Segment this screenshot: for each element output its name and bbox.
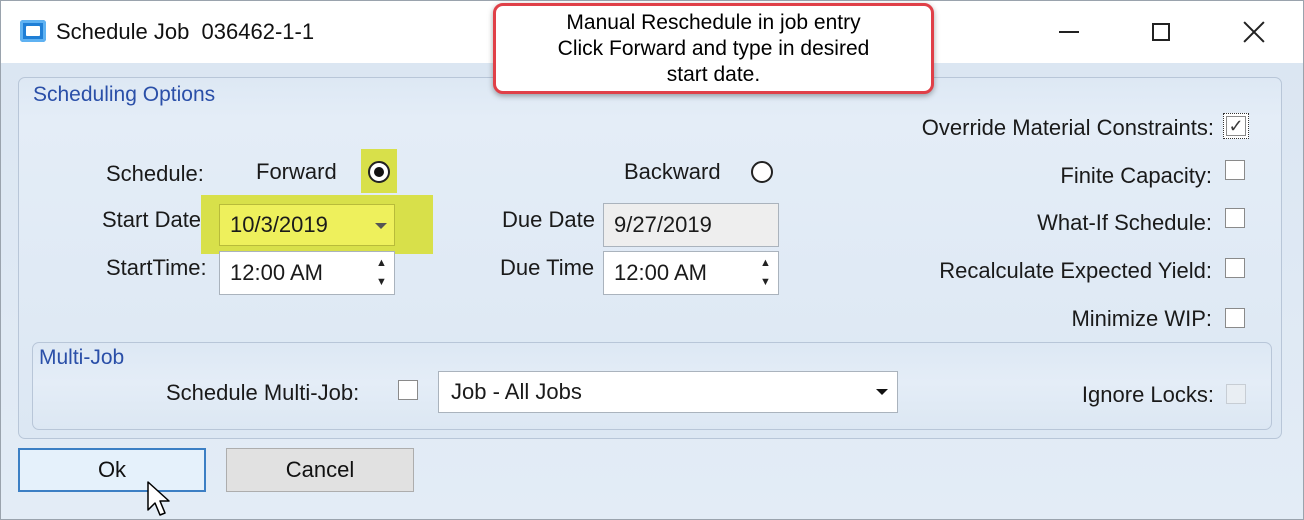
ignore-locks-label: Ignore Locks: [1081,382,1214,407]
minimize-icon [1059,31,1079,33]
what-if-schedule-checkbox[interactable] [1225,208,1245,228]
maximize-icon [1152,23,1170,41]
minimize-wip-label: Minimize WIP: [1071,306,1212,331]
start-date-value: 10/3/2019 [230,212,328,237]
start-time-value: 12:00 AM [230,260,323,285]
spin-down-icon[interactable]: ▼ [376,277,387,288]
ok-button[interactable]: Ok [18,448,206,492]
schedule-multi-job-label: Schedule Multi-Job: [166,380,360,405]
start-time-input[interactable]: 12:00 AM ▲ ▼ [219,251,395,295]
minimize-wip-checkbox[interactable] [1225,308,1245,328]
maximize-button[interactable] [1138,10,1184,54]
backward-label: Backward [624,159,721,184]
callout-line-3: start date. [666,62,761,86]
due-time-label: Due Time [500,255,595,280]
multi-job-label: Multi-Job [39,346,125,369]
what-if-schedule-label: What-If Schedule: [1037,210,1212,235]
due-time-input[interactable]: 12:00 AM ▲ ▼ [603,251,779,295]
forward-label: Forward [256,159,337,184]
spin-up-icon[interactable]: ▲ [760,258,771,269]
window-title: Schedule Job 036462-1-1 [56,19,315,44]
minimize-button[interactable] [1046,10,1092,54]
override-material-constraints-checkbox[interactable]: ✓ [1223,113,1249,139]
finite-capacity-checkbox[interactable] [1225,160,1245,180]
recalculate-expected-yield-checkbox[interactable] [1225,258,1245,278]
ignore-locks-checkbox[interactable] [1226,384,1246,404]
recalculate-expected-yield-label: Recalculate Expected Yield: [939,258,1212,283]
mouse-cursor-icon [147,481,170,516]
close-icon [1243,21,1265,43]
chevron-down-icon[interactable] [375,223,387,229]
start-date-input[interactable]: 10/3/2019 [219,204,395,246]
start-time-label: StartTime: [106,255,207,280]
callout-line-2: Click Forward and type in desired [557,36,870,60]
multi-job-select[interactable]: Job - All Jobs [438,371,898,413]
cancel-button[interactable]: Cancel [226,448,414,492]
due-date-label: Due Date [502,207,595,232]
backward-radio[interactable] [751,161,773,183]
multi-job-selected-value: Job - All Jobs [451,379,582,404]
close-button[interactable] [1231,10,1277,54]
annotation-callout: Manual Reschedule in job entry Click For… [493,3,934,94]
scheduling-options-label: Scheduling Options [33,83,216,106]
checkmark-icon: ✓ [1226,116,1246,136]
schedule-multi-job-checkbox[interactable] [398,380,418,400]
due-time-value: 12:00 AM [614,260,707,285]
spin-down-icon[interactable]: ▼ [760,277,771,288]
start-date-label: Start Date: [102,207,208,232]
app-icon [20,20,46,42]
schedule-label: Schedule: [106,161,204,186]
spin-up-icon[interactable]: ▲ [376,258,387,269]
override-material-constraints-label: Override Material Constraints: [921,115,1214,140]
due-date-value: 9/27/2019 [614,212,712,237]
chevron-down-icon[interactable] [876,389,888,395]
callout-line-1: Manual Reschedule in job entry [566,10,861,34]
forward-radio[interactable] [368,161,390,183]
due-date-field: 9/27/2019 [603,203,779,247]
finite-capacity-label: Finite Capacity: [1060,163,1212,188]
